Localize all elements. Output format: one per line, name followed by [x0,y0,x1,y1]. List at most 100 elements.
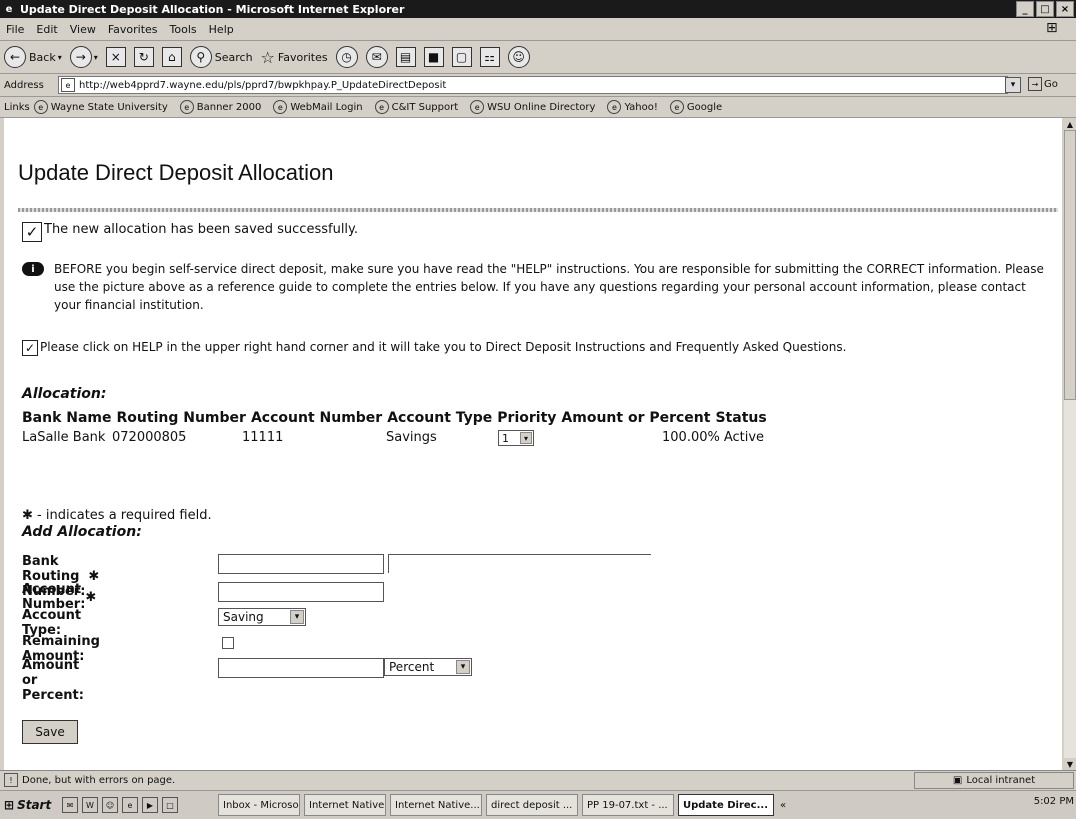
messenger-icon: ☺ [507,46,530,68]
link-wayne-state[interactable]: e Wayne State University [33,100,168,114]
priority-select[interactable]: 1 ▾ [498,430,534,446]
menu-tools[interactable]: Tools [170,23,197,36]
task-label: direct deposit ... [491,799,573,811]
link-cit-support[interactable]: e C&IT Support [374,100,458,114]
search-label: Search [214,50,253,64]
task-internet-native-1[interactable]: Internet Native... [304,794,386,816]
required-note-text: - indicates a required field. [37,508,212,523]
amount-unit-select[interactable]: Percent ▾ [384,658,472,676]
chevron-down-icon: ▾ [290,610,304,624]
amount-unit-value: Percent [389,660,435,674]
close-button[interactable]: × [1056,1,1074,17]
account-type-select[interactable]: Saving ▾ [218,608,306,626]
address-url: http://web4pprd7.wayne.edu/pls/pprd7/bwp… [79,79,447,91]
home-button[interactable]: ⌂ [161,47,182,67]
page-content: Update Direct Deposit Allocation ✓ The n… [4,118,1062,770]
edit-button[interactable]: ■ [423,47,444,67]
back-arrow-icon: ← [4,46,26,68]
menu-file[interactable]: File [6,23,24,36]
ie-icon[interactable]: e [122,797,138,813]
go-arrow-icon: → [1028,77,1042,91]
address-label: Address [4,79,44,91]
scroll-thumb[interactable] [1064,130,1076,400]
link-wsu-directory[interactable]: e WSU Online Directory [470,100,595,114]
chevron-down-icon: ▾ [456,660,470,674]
word-icon[interactable]: W [82,797,98,813]
maximize-button[interactable]: □ [1036,1,1054,17]
required-note: ✱ - indicates a required field. [22,508,212,523]
link-banner[interactable]: e Banner 2000 [179,100,261,114]
windows-logo-icon: ⊞ [1046,20,1058,36]
chevron-down-icon: ▾ [57,52,62,62]
minimize-button[interactable]: _ [1016,1,1034,17]
menu-bar: File Edit View Favorites Tools Help ⊞ [0,18,1076,41]
favorites-button[interactable]: ☆ Favorites [261,48,328,67]
address-dropdown-button[interactable]: ▾ [1005,77,1021,93]
cell-type: Savings [386,429,437,445]
research-button[interactable]: ⚏ [479,47,500,67]
stop-icon: × [105,47,126,67]
start-button[interactable]: ⊞ Start [4,795,56,815]
outlook-icon[interactable]: ✉ [62,797,78,813]
task-update-direct[interactable]: Update Direc... [678,794,774,816]
amount-input[interactable] [218,658,384,678]
amount-or-percent-label: Amount or Percent: [22,658,84,703]
messenger-button[interactable]: ☺ [507,46,530,68]
cell-amount: 100.00% [662,429,720,445]
account-number-input[interactable] [218,582,384,602]
print-icon: ▤ [395,47,416,67]
forward-button[interactable]: → ▾ [69,46,98,68]
intranet-icon: ▣ [952,775,963,786]
menu-help[interactable]: Help [209,23,234,36]
menu-favorites[interactable]: Favorites [108,23,158,36]
remaining-amount-checkbox[interactable] [222,637,234,649]
forward-arrow-icon: → [69,46,92,68]
cell-priority: 1 ▾ [498,428,662,446]
address-bar: Address e http://web4pprd7.wayne.edu/pls… [0,74,1076,97]
task-internet-native-2[interactable]: Internet Native... [390,794,482,816]
menu-view[interactable]: View [70,23,96,36]
task-inbox[interactable]: Inbox - Microso... [218,794,300,816]
desktop-icon[interactable]: □ [162,797,178,813]
messenger-icon[interactable]: ☺ [102,797,118,813]
browser-window: e Update Direct Deposit Allocation - Mic… [0,0,1076,819]
task-direct-deposit[interactable]: direct deposit ... [486,794,578,816]
print-button[interactable]: ▤ [395,47,416,67]
col-account-type: Account Type [387,410,493,426]
refresh-button[interactable]: ↻ [133,47,154,67]
media-player-icon[interactable]: ▶ [142,797,158,813]
stop-button[interactable]: × [105,47,126,67]
search-button[interactable]: ⚲ Search [189,46,253,68]
go-label: Go [1044,78,1058,90]
chevron-left-icon[interactable]: « [780,800,786,811]
go-button[interactable]: → Go [1028,77,1058,91]
mail-button[interactable]: ✉ [365,46,388,68]
ie-link-icon: e [179,100,194,114]
title-bar: e Update Direct Deposit Allocation - Mic… [0,0,1076,18]
warning-icon[interactable]: ! [4,773,18,787]
save-button[interactable]: Save [22,720,78,744]
col-priority: Priority [497,410,557,426]
link-label: WebMail Login [290,101,363,113]
address-input[interactable]: e http://web4pprd7.wayne.edu/pls/pprd7/b… [58,76,1008,94]
history-button[interactable]: ◷ [335,46,358,68]
cell-bank-name: LaSalle Bank [22,429,106,445]
help-check-icon: ✓ [22,340,38,356]
back-button[interactable]: ← Back ▾ [4,46,62,68]
task-pp-txt[interactable]: PP 19-07.txt - ... [582,794,674,816]
table-row: LaSalle Bank 072000805 11111 Savings 1 ▾… [22,428,767,446]
vertical-scrollbar[interactable]: ▲ ▼ [1064,118,1076,770]
account-type-value: Saving [223,610,264,624]
status-bar: ! Done, but with errors on page. ▣ Local… [0,770,1076,789]
link-google[interactable]: e Google [669,100,722,114]
routing-number-input[interactable] [218,554,384,574]
scroll-down-icon[interactable]: ▼ [1064,758,1076,770]
col-routing-number: Routing Number [116,410,246,426]
link-webmail[interactable]: e WebMail Login [273,100,363,114]
discuss-button[interactable]: ▢ [451,47,472,67]
menu-edit[interactable]: Edit [36,23,57,36]
link-yahoo[interactable]: e Yahoo! [607,100,658,114]
scroll-up-icon[interactable]: ▲ [1064,118,1076,130]
ie-link-icon: e [470,100,485,114]
task-label: Update Direc... [683,799,768,811]
